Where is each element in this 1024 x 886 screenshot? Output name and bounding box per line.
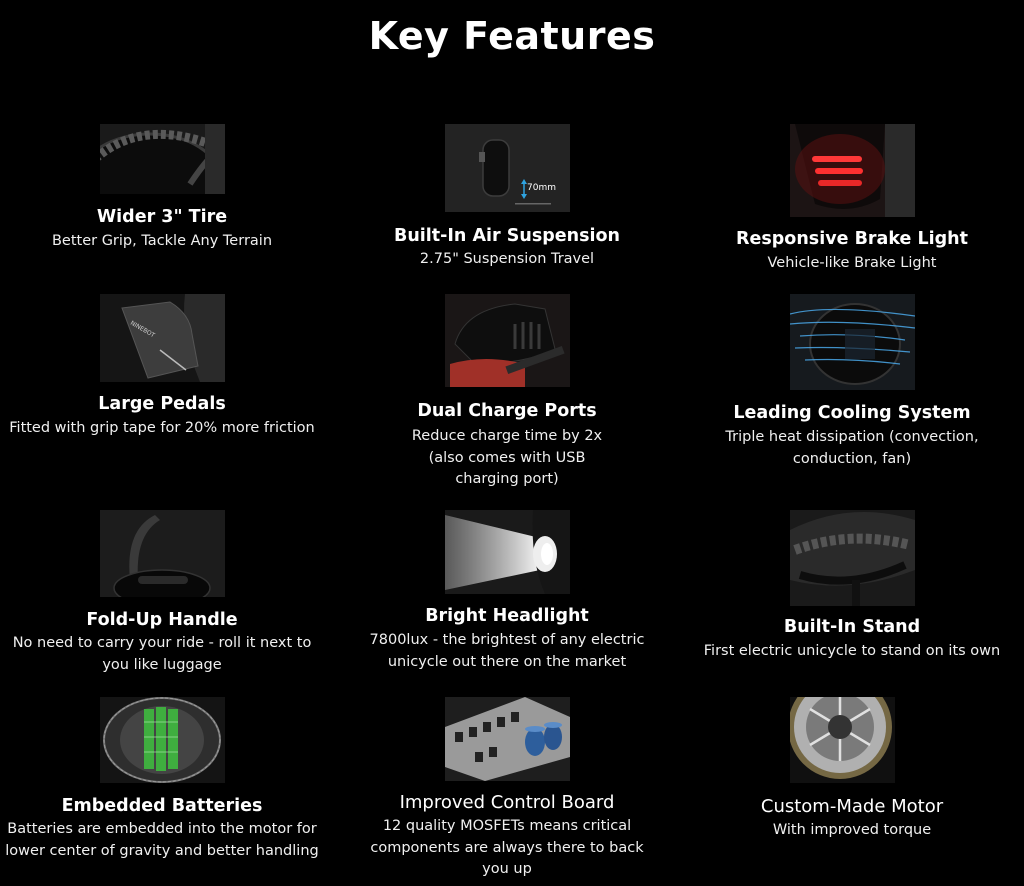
feature-title: Improved Control Board — [399, 792, 615, 813]
feature-description: 12 quality MOSFETs means critical compon… — [370, 818, 644, 877]
feature-description: Batteries are embedded into the motor fo… — [5, 821, 319, 859]
motor-image — [790, 697, 895, 783]
feature-description: With improved torque — [772, 822, 932, 838]
feature-title: Embedded Batteries — [61, 796, 263, 816]
feature-custom-motor: Custom-Made Motor With improved torque — [700, 0, 1004, 886]
battery-image — [100, 697, 225, 783]
feature-embedded-batteries: Embedded Batteries Batteries are embedde… — [0, 0, 324, 886]
feature-control-board: Improved Control Board 12 quality MOSFET… — [352, 0, 662, 886]
feature-title: Custom-Made Motor — [760, 796, 944, 817]
control-board-image — [445, 697, 570, 781]
